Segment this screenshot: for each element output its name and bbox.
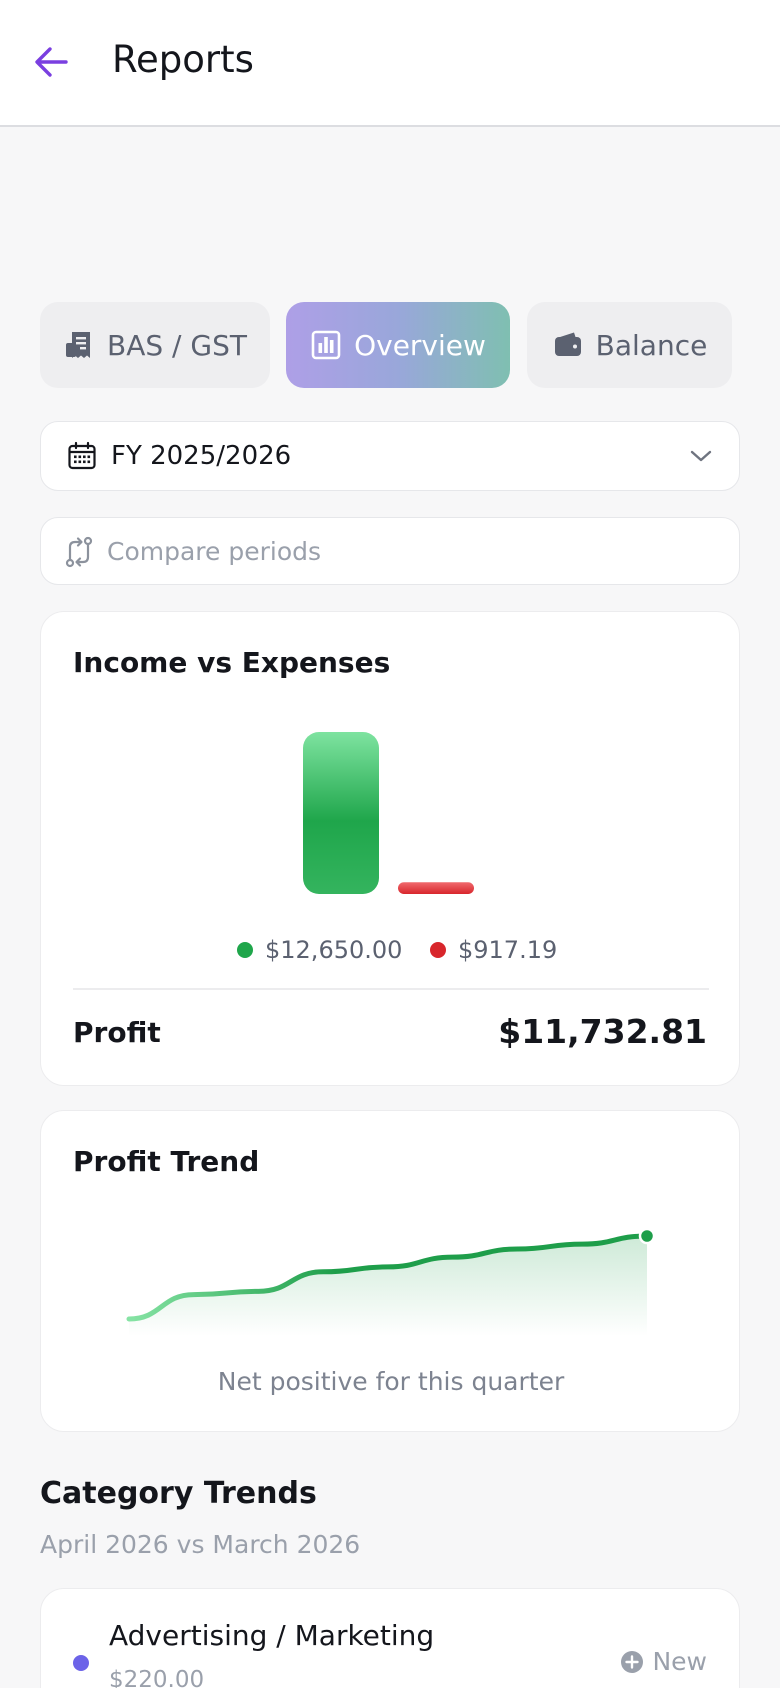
income-legend: $12,650.00	[237, 934, 402, 966]
trend-area	[129, 1236, 647, 1336]
expense-dot	[430, 942, 446, 958]
tab-bas-gst[interactable]: BAS / GST	[40, 302, 270, 388]
app-header: Reports	[0, 0, 780, 127]
profit-label: Profit	[73, 1016, 161, 1049]
income-bar[interactable]	[303, 732, 379, 894]
report-tabs: BAS / GST Overview Balance	[40, 302, 732, 388]
tab-overview[interactable]: Overview	[286, 302, 510, 388]
income-value: $12,650.00	[265, 936, 403, 964]
arrow-left-icon	[35, 47, 68, 77]
bar-chart-icon	[311, 330, 341, 360]
page-title: Reports	[112, 38, 254, 81]
compare-periods-button[interactable]: Compare periods	[40, 517, 740, 585]
divider	[73, 988, 709, 990]
category-color-dot	[73, 1655, 89, 1671]
compare-periods-placeholder: Compare periods	[107, 537, 322, 566]
income-dot	[237, 942, 253, 958]
new-badge-label: New	[652, 1647, 707, 1676]
compare-arrows-icon	[65, 536, 93, 568]
chevron-down-icon	[690, 450, 712, 462]
trend-note: Net positive for this quarter	[217, 1367, 565, 1396]
category-trends-subtitle: April 2026 vs March 2026	[40, 1530, 361, 1559]
plus-circle-icon	[621, 1650, 644, 1673]
income-expenses-card: Income vs Expenses $12,650.00 $917.19 Pr…	[40, 611, 740, 1086]
tab-label: BAS / GST	[107, 328, 247, 362]
period-value: FY 2025/2026	[111, 441, 292, 471]
category-item[interactable]: Advertising / Marketing $220.00 New	[40, 1588, 740, 1688]
back-button[interactable]	[30, 40, 74, 84]
period-select[interactable]: FY 2025/2026	[40, 421, 740, 491]
new-badge: New	[620, 1647, 707, 1676]
category-name: Advertising / Marketing	[109, 1619, 435, 1652]
profit-trend-card: Profit Trend Net positive for this quart…	[40, 1110, 740, 1432]
expense-value: $917.19	[458, 936, 558, 964]
wallet-icon	[554, 332, 581, 356]
category-trends-title: Category Trends	[40, 1476, 317, 1511]
tab-label: Overview	[354, 328, 486, 362]
receipt-icon	[66, 332, 91, 358]
category-amount: $220.00	[109, 1667, 205, 1688]
income-expenses-chart	[303, 732, 474, 894]
trend-end-point[interactable]	[638, 1227, 656, 1245]
profit-trend-chart	[126, 1227, 656, 1336]
calendar-icon	[68, 441, 96, 470]
tab-label: Balance	[595, 328, 708, 362]
tab-balance[interactable]: Balance	[527, 302, 732, 388]
expense-bar[interactable]	[398, 882, 474, 894]
profit-value: $11,732.81	[498, 1012, 707, 1051]
expense-legend: $917.19	[430, 934, 557, 966]
